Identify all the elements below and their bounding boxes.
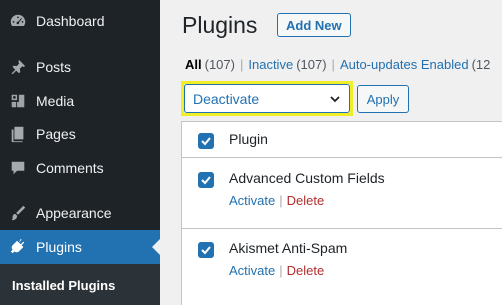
- filter-auto-updates-enabled[interactable]: Auto-updates Enabled (12: [340, 57, 490, 72]
- row-actions: Activate | Delete: [229, 193, 324, 208]
- filter-count: (107): [204, 57, 235, 72]
- submenu-item-installed-plugins[interactable]: Installed Plugins: [12, 278, 115, 293]
- pages-icon: [8, 124, 28, 144]
- table-row: Akismet Anti-Spam Activate | Delete: [182, 230, 502, 305]
- dashboard-icon: [8, 11, 28, 31]
- action-separator: |: [279, 193, 283, 208]
- sidebar-item-posts[interactable]: Posts: [0, 50, 160, 84]
- sidebar-item-appearance[interactable]: Appearance: [0, 196, 160, 230]
- plugins-table: Plugin Advanced Custom Fields Activate |…: [181, 121, 502, 305]
- filter-count: (12: [471, 57, 491, 72]
- sidebar-item-label: Dashboard: [36, 13, 105, 29]
- page-title: Plugins: [182, 12, 258, 38]
- bulk-action-select[interactable]: Deactivate: [184, 84, 350, 113]
- apply-button[interactable]: Apply: [357, 85, 409, 113]
- delete-link[interactable]: Delete: [287, 193, 325, 208]
- filter-label: All: [185, 57, 202, 72]
- sidebar-item-media[interactable]: Media: [0, 84, 160, 118]
- activate-link[interactable]: Activate: [229, 193, 275, 208]
- filter-separator: |: [331, 57, 335, 72]
- plugin-icon: [8, 237, 28, 257]
- plugin-name: Advanced Custom Fields: [229, 170, 385, 186]
- main-content: Plugins Add New All (107) | Inactive (107)…: [160, 0, 502, 305]
- add-new-button[interactable]: Add New: [277, 13, 351, 37]
- row-actions: Activate | Delete: [229, 263, 324, 278]
- plugins-submenu: Installed Plugins: [0, 264, 160, 305]
- action-separator: |: [279, 263, 283, 278]
- activate-link[interactable]: Activate: [229, 263, 275, 278]
- column-header-plugin[interactable]: Plugin: [229, 131, 268, 147]
- sidebar-item-dashboard[interactable]: Dashboard: [0, 4, 160, 38]
- admin-sidebar: Dashboard Posts Media Pages Comments App…: [0, 0, 160, 305]
- sidebar-item-label: Appearance: [36, 205, 112, 221]
- table-row: Advanced Custom Fields Activate | Delete: [182, 159, 502, 229]
- sidebar-item-label: Media: [36, 93, 75, 109]
- paintbrush-icon: [8, 203, 28, 223]
- filter-label: Auto-updates Enabled: [339, 57, 469, 72]
- filter-all[interactable]: All (107): [185, 57, 235, 72]
- media-icon: [8, 91, 28, 111]
- filter-count: (107): [296, 57, 327, 72]
- filter-inactive[interactable]: Inactive (107): [248, 57, 326, 72]
- sidebar-item-label: Pages: [36, 126, 76, 142]
- filter-links: All (107) | Inactive (107) | Auto-updates …: [185, 57, 490, 72]
- chevron-down-icon: [330, 96, 340, 103]
- bulk-action-selected-value: Deactivate: [193, 90, 260, 107]
- select-all-checkbox[interactable]: [198, 133, 214, 149]
- plugin-name: Akismet Anti-Spam: [229, 240, 348, 256]
- sidebar-item-label: Plugins: [36, 239, 82, 255]
- table-header: Plugin: [182, 122, 502, 158]
- comment-icon: [8, 158, 28, 178]
- sidebar-item-label: Comments: [36, 160, 104, 176]
- sidebar-item-plugins[interactable]: Plugins: [0, 230, 160, 264]
- checkmark-icon: [201, 246, 211, 255]
- checkmark-icon: [201, 137, 211, 146]
- sidebar-item-label: Posts: [36, 59, 72, 75]
- filter-label: Inactive: [248, 57, 294, 72]
- row-checkbox[interactable]: [198, 242, 214, 258]
- pin-icon: [8, 57, 28, 77]
- sidebar-item-comments[interactable]: Comments: [0, 151, 160, 185]
- row-checkbox[interactable]: [198, 172, 214, 188]
- delete-link[interactable]: Delete: [287, 263, 325, 278]
- sidebar-item-pages[interactable]: Pages: [0, 117, 160, 151]
- checkmark-icon: [201, 176, 211, 185]
- filter-separator: |: [239, 57, 244, 72]
